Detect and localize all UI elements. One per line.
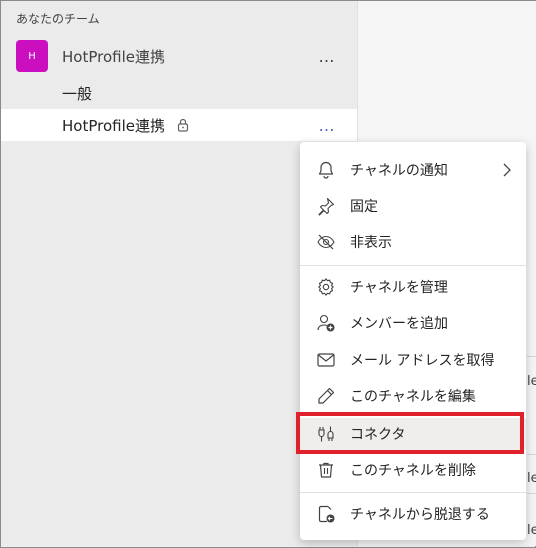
section-title: あなたのチーム [16,12,100,26]
truncated-text: le [527,523,536,538]
menu-item-label: チャネルを管理 [350,280,448,296]
mail-icon [317,353,335,367]
add-person-icon [317,314,335,332]
channel-item-general[interactable]: 一般 [1,77,357,109]
menu-item-label: 非表示 [350,235,392,251]
team-more-options-button[interactable]: … [312,45,342,67]
divider [527,493,536,494]
divider [527,356,536,357]
channel-context-menu: チャネルの通知 固定 非表示 チャネルを管理 メンバーを追加 メール アドレスを… [300,142,526,540]
channel-more-options-button[interactable]: … [312,114,342,136]
channel-label: HotProfile連携 [62,117,165,135]
menu-item-label: メンバーを追加 [350,316,448,332]
menu-divider [300,492,526,493]
highlight-annotation-box [296,412,524,454]
menu-item-manage-channel[interactable]: チャネルを管理 [300,271,526,303]
divider [527,454,536,455]
eye-off-icon [317,234,335,250]
menu-item-label: チャネルから脱退する [350,507,490,523]
leave-icon [318,505,335,523]
menu-item-label: メール アドレスを取得 [350,353,495,369]
lock-icon [177,118,189,132]
menu-item-pin[interactable]: 固定 [300,190,526,222]
team-item[interactable]: H HotProfile連携 … [1,37,357,75]
menu-item-get-email[interactable]: メール アドレスを取得 [300,344,526,376]
pencil-icon [318,387,335,404]
team-avatar: H [16,40,48,72]
menu-divider [300,265,526,266]
channel-label: 一般 [62,85,93,103]
menu-item-leave-channel[interactable]: チャネルから脱退する [300,498,526,530]
team-name: HotProfile連携 [62,48,165,66]
channel-item-hotprofile[interactable]: HotProfile連携 … [1,109,357,141]
bell-icon [318,161,334,179]
menu-item-hide[interactable]: 非表示 [300,226,526,258]
menu-item-label: このチャネルを削除 [350,463,476,479]
gear-icon [318,278,334,296]
pin-icon [318,197,335,216]
menu-item-edit-channel[interactable]: このチャネルを編集 [300,380,526,412]
trash-icon [319,462,333,478]
menu-item-delete-channel[interactable]: このチャネルを削除 [300,454,526,486]
truncated-text: le [527,374,536,389]
menu-item-label: チャネルの通知 [350,163,448,179]
menu-item-label: このチャネルを編集 [350,389,476,405]
menu-item-label: 固定 [350,199,378,215]
chevron-right-icon [503,163,511,177]
truncated-text: le [527,471,536,486]
menu-item-add-member[interactable]: メンバーを追加 [300,307,526,339]
menu-item-channel-notifications[interactable]: チャネルの通知 [300,154,526,186]
